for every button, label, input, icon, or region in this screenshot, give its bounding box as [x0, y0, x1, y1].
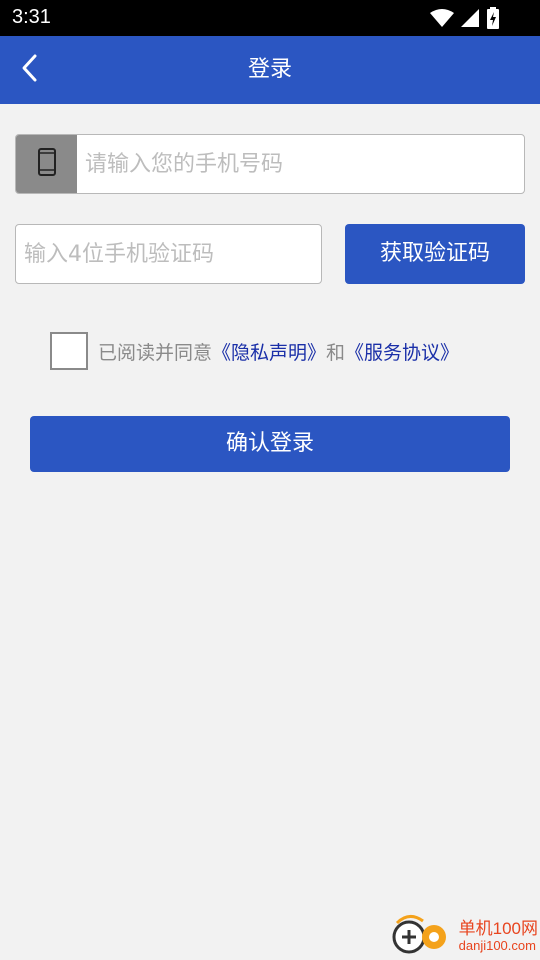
watermark-name: 单机100网: [458, 919, 538, 938]
mobile-phone-icon: [37, 148, 57, 180]
verification-code-input[interactable]: [15, 224, 322, 284]
wifi-icon: [430, 8, 454, 28]
phone-input[interactable]: [77, 135, 524, 193]
agreement-joiner: 和: [326, 341, 346, 364]
back-button[interactable]: [6, 46, 54, 94]
agreement-row: 已阅读并同意《隐私声明》和《服务协议》: [50, 330, 459, 372]
cell-signal-icon: [460, 8, 480, 28]
watermark-domain: danji100.com: [458, 938, 536, 953]
service-link[interactable]: 《服务协议》: [345, 342, 459, 364]
privacy-link[interactable]: 《隐私声明》: [212, 342, 326, 364]
agreement-prefix: 已阅读并同意: [98, 341, 213, 364]
agreement-text: 已阅读并同意《隐私声明》和《服务协议》: [98, 338, 459, 365]
status-bar: 3:31: [0, 0, 540, 36]
watermark-logo-icon: [389, 913, 455, 959]
agreement-checkbox[interactable]: [50, 332, 88, 370]
get-code-button[interactable]: 获取验证码: [345, 224, 525, 284]
phone-icon-box: [16, 135, 77, 193]
battery-charging-icon: [486, 7, 500, 29]
status-time: 3:31: [12, 6, 51, 28]
app-bar: 登录: [0, 36, 540, 104]
phone-field: [15, 134, 525, 194]
watermark: 单机100网 danji100.com: [389, 914, 538, 958]
status-icons: [430, 6, 500, 30]
confirm-login-button[interactable]: 确认登录: [30, 416, 510, 472]
chevron-left-icon: [20, 53, 40, 87]
page-title: 登录: [247, 57, 292, 82]
